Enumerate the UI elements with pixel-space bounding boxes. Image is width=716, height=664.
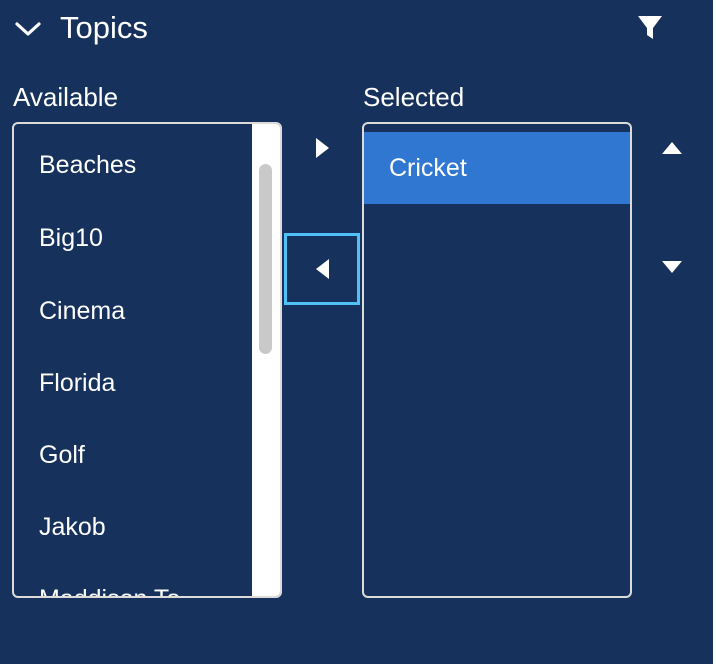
list-item[interactable]: Beaches: [39, 148, 136, 182]
selected-listbox[interactable]: Cricket: [362, 122, 632, 598]
list-item[interactable]: Cinema: [39, 294, 125, 328]
selected-option[interactable]: Cricket: [364, 132, 630, 204]
list-item[interactable]: Big10: [39, 221, 103, 255]
list-item[interactable]: Jakob: [39, 510, 106, 544]
selected-option-label: Cricket: [389, 154, 467, 182]
move-up-button[interactable]: [654, 133, 690, 163]
scrollbar-thumb[interactable]: [259, 164, 272, 354]
available-items: Beaches Big10 Cinema Florida Golf Jakob …: [14, 124, 252, 596]
triangle-left-icon: [316, 259, 329, 279]
section-title[interactable]: Topics: [60, 8, 148, 48]
chevron-down-icon[interactable]: [14, 18, 42, 40]
topics-header: Topics: [0, 0, 712, 56]
triangle-up-icon: [662, 142, 682, 154]
move-to-selected-button[interactable]: [304, 130, 340, 166]
available-label: Available: [13, 82, 119, 112]
list-item[interactable]: Golf: [39, 438, 85, 472]
available-listbox[interactable]: Beaches Big10 Cinema Florida Golf Jakob …: [12, 122, 282, 598]
scrollbar-track[interactable]: [252, 124, 280, 596]
list-item[interactable]: Florida: [39, 366, 115, 400]
move-to-available-button[interactable]: [284, 233, 360, 305]
triangle-down-icon: [662, 261, 682, 273]
triangle-right-icon: [316, 138, 329, 158]
list-item[interactable]: Maddison To: [39, 582, 180, 596]
filter-icon[interactable]: [636, 14, 664, 42]
move-down-button[interactable]: [654, 252, 690, 282]
selected-label: Selected: [363, 82, 465, 112]
